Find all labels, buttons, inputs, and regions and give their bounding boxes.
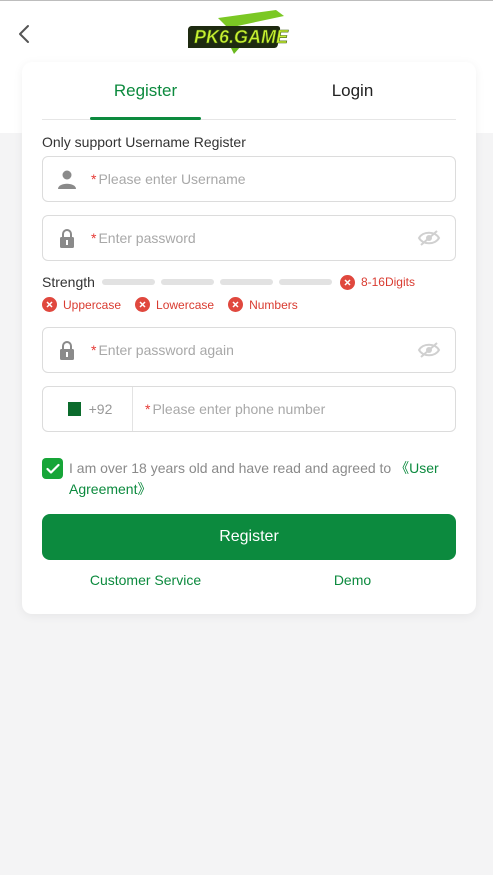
auth-tabs: Register Login bbox=[42, 62, 456, 120]
rule-lowercase: Lowercase bbox=[135, 297, 214, 312]
register-button[interactable]: Register bbox=[42, 514, 456, 560]
rule-length-text: 8-16Digits bbox=[360, 275, 415, 289]
password-again-field[interactable]: * Enter password again bbox=[42, 327, 456, 373]
strength-bar bbox=[219, 279, 273, 285]
strength-label: Strength bbox=[42, 274, 95, 290]
phone-field[interactable]: +92 * Please enter phone number bbox=[42, 386, 456, 432]
demo-link[interactable]: Demo bbox=[249, 572, 456, 588]
password-rules: Uppercase Lowercase Numbers bbox=[42, 297, 312, 312]
password-again-placeholder: Enter password again bbox=[98, 342, 234, 358]
agreement-text: I am over 18 years old and have read and… bbox=[69, 458, 456, 500]
user-icon bbox=[43, 157, 91, 201]
chevron-left-icon bbox=[19, 25, 29, 43]
required-mark: * bbox=[91, 171, 97, 187]
pk6-game-logo: PK6.GAME bbox=[185, 8, 292, 60]
agreement-row: I am over 18 years old and have read and… bbox=[42, 458, 456, 500]
agreement-checkbox[interactable] bbox=[42, 458, 63, 479]
rule-length: 8-16Digits bbox=[339, 274, 415, 290]
country-code: +92 bbox=[88, 401, 113, 417]
pakistan-flag-icon bbox=[62, 402, 81, 416]
register-card: Register Login Only support Username Reg… bbox=[22, 62, 476, 614]
strength-bar bbox=[101, 279, 155, 285]
eye-off-icon[interactable] bbox=[403, 341, 455, 359]
lock-icon bbox=[43, 328, 91, 372]
strength-bar bbox=[278, 279, 332, 285]
password-placeholder: Enter password bbox=[98, 230, 196, 246]
phone-placeholder: Please enter phone number bbox=[152, 401, 326, 417]
bottom-links: Customer Service Demo bbox=[42, 572, 456, 588]
required-mark: * bbox=[145, 401, 151, 417]
rule-numbers: Numbers bbox=[228, 297, 298, 312]
country-code-selector[interactable]: +92 bbox=[43, 387, 133, 431]
svg-text:PK6.GAME: PK6.GAME bbox=[194, 27, 289, 47]
tab-login[interactable]: Login bbox=[249, 62, 456, 119]
lock-icon bbox=[43, 216, 91, 260]
password-field[interactable]: * Enter password bbox=[42, 215, 456, 261]
close-circle-icon bbox=[42, 297, 57, 312]
username-placeholder: Please enter Username bbox=[98, 171, 246, 187]
tab-register[interactable]: Register bbox=[42, 62, 249, 120]
password-strength: Strength 8-16Digits bbox=[42, 273, 415, 291]
rule-lowercase-text: Lowercase bbox=[156, 297, 215, 312]
strength-bar bbox=[160, 279, 214, 285]
back-button[interactable] bbox=[12, 22, 36, 46]
agreement-statement: I am over 18 years old and have read and… bbox=[69, 460, 396, 476]
username-field[interactable]: * Please enter Username bbox=[42, 156, 456, 202]
customer-service-link[interactable]: Customer Service bbox=[42, 572, 249, 588]
close-circle-icon bbox=[228, 297, 244, 312]
required-mark: * bbox=[91, 230, 97, 246]
check-icon bbox=[45, 463, 60, 474]
close-circle-icon bbox=[339, 274, 355, 290]
eye-off-icon[interactable] bbox=[403, 229, 455, 247]
rule-uppercase-text: Uppercase bbox=[63, 297, 122, 312]
rule-numbers-text: Numbers bbox=[249, 297, 298, 312]
rule-uppercase: Uppercase bbox=[42, 297, 121, 312]
required-mark: * bbox=[91, 342, 97, 358]
register-hint: Only support Username Register bbox=[42, 134, 246, 150]
close-circle-icon bbox=[135, 297, 151, 312]
